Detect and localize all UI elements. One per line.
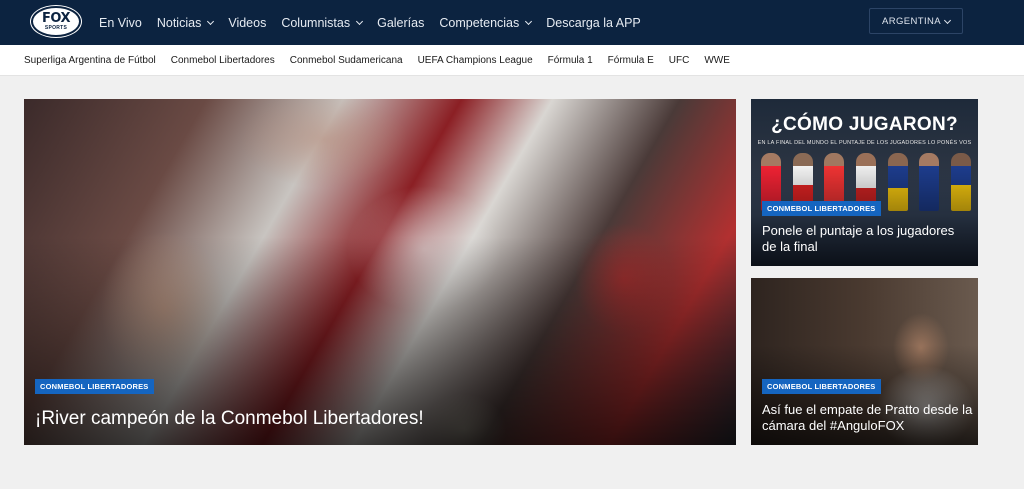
logo-line-2: SPORTS bbox=[44, 24, 68, 31]
fox-sports-logo[interactable]: FOX SPORTS bbox=[31, 6, 81, 37]
subnav-item-formula-1[interactable]: Fórmula 1 bbox=[548, 55, 593, 66]
nav-label: Columnistas bbox=[281, 15, 351, 30]
nav-descarga-app[interactable]: Descarga la APP bbox=[546, 16, 641, 30]
subnav-item-formula-e[interactable]: Fórmula E bbox=[608, 55, 654, 66]
competitions-subnav: Superliga Argentina de Fútbol Conmebol L… bbox=[0, 45, 1024, 76]
nav-galerias[interactable]: Galerías bbox=[377, 16, 424, 30]
category-badge[interactable]: CONMEBOL LIBERTADORES bbox=[762, 379, 881, 394]
category-badge[interactable]: CONMEBOL LIBERTADORES bbox=[35, 379, 154, 394]
side-story-card-ratings[interactable]: ¿CÓMO JUGARON? EN LA FINAL DEL MUNDO EL … bbox=[751, 99, 978, 266]
nav-label: Videos bbox=[228, 15, 267, 30]
subnav-item-libertadores[interactable]: Conmebol Libertadores bbox=[171, 55, 275, 66]
nav-columnistas[interactable]: Columnistas bbox=[281, 15, 364, 30]
nav-label: Descarga la APP bbox=[546, 15, 641, 30]
story-headline[interactable]: Así fue el empate de Pratto desde la cám… bbox=[762, 402, 977, 433]
country-selector[interactable]: ARGENTINA bbox=[869, 8, 963, 34]
nav-label: Noticias bbox=[156, 15, 202, 30]
country-label: ARGENTINA bbox=[882, 15, 942, 27]
nav-label: Competencias bbox=[439, 15, 520, 30]
nav-noticias[interactable]: Noticias bbox=[156, 15, 215, 30]
subnav-item-superliga[interactable]: Superliga Argentina de Fútbol bbox=[24, 55, 156, 66]
story-headline[interactable]: ¡River campeón de la Conmebol Libertador… bbox=[35, 408, 424, 431]
promo-banner-subtitle: EN LA FINAL DEL MUNDO EL PUNTAJE DE LOS … bbox=[757, 140, 972, 146]
nav-label: En Vivo bbox=[99, 15, 142, 30]
chevron-down-icon bbox=[943, 16, 952, 25]
chevron-down-icon bbox=[356, 17, 364, 25]
nav-en-vivo[interactable]: En Vivo bbox=[99, 16, 142, 30]
category-badge[interactable]: CONMEBOL LIBERTADORES bbox=[762, 201, 881, 216]
subnav-item-ufc[interactable]: UFC bbox=[669, 55, 690, 66]
chevron-down-icon bbox=[525, 17, 533, 25]
chevron-down-icon bbox=[207, 17, 215, 25]
story-headline[interactable]: Ponele el puntaje a los jugadores de la … bbox=[762, 223, 972, 254]
subnav-item-champions[interactable]: UEFA Champions League bbox=[418, 55, 533, 66]
subnav-item-wwe[interactable]: WWE bbox=[704, 55, 730, 66]
logo-line-1: FOX bbox=[42, 10, 71, 26]
hero-story-card[interactable]: CONMEBOL LIBERTADORES ¡River campeón de … bbox=[24, 99, 736, 445]
nav-competencias[interactable]: Competencias bbox=[439, 15, 533, 30]
top-navbar: FOX SPORTS En Vivo Noticias Videos Colum… bbox=[0, 0, 1024, 45]
promo-banner-title: ¿CÓMO JUGARON? bbox=[771, 114, 958, 135]
nav-label: Galerías bbox=[377, 15, 425, 30]
subnav-item-sudamericana[interactable]: Conmebol Sudamericana bbox=[290, 55, 403, 66]
main-nav: En Vivo Noticias Videos Columnistas Gale… bbox=[99, 0, 656, 45]
nav-videos[interactable]: Videos bbox=[228, 16, 266, 30]
side-story-card-pratto[interactable]: CONMEBOL LIBERTADORES Así fue el empate … bbox=[751, 278, 978, 445]
